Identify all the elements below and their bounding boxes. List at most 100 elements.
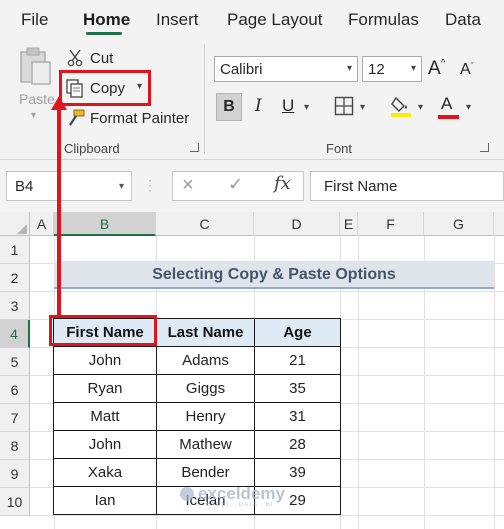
- row-header-6[interactable]: 6: [0, 376, 30, 404]
- table-cell[interactable]: 28: [254, 430, 341, 459]
- table-cell[interactable]: Henry: [156, 402, 255, 431]
- active-tab-indicator: [86, 32, 122, 35]
- drag-handle-icon[interactable]: · · ·: [148, 174, 152, 196]
- table-cell[interactable]: 35: [254, 374, 341, 403]
- row-header-5[interactable]: 5: [0, 348, 30, 376]
- fill-color-dropdown-icon[interactable]: ▾: [418, 102, 423, 113]
- font-color-dropdown-icon[interactable]: ▾: [466, 102, 471, 113]
- table-cell[interactable]: Giggs: [156, 374, 255, 403]
- name-box[interactable]: B4 ▾: [6, 171, 132, 201]
- arrow-up-icon: [51, 96, 67, 110]
- table-cell[interactable]: Mathew: [156, 430, 255, 459]
- tab-page-layout[interactable]: Page Layout: [227, 10, 322, 30]
- clipboard-dialog-launcher-icon[interactable]: [190, 143, 199, 152]
- table-row: Ian Icelan 29: [53, 486, 341, 515]
- increase-font-size-button[interactable]: A^: [428, 58, 445, 80]
- column-header-g[interactable]: G: [424, 212, 494, 236]
- bold-button[interactable]: B: [216, 93, 242, 121]
- table-cell[interactable]: 31: [254, 402, 341, 431]
- exceldemy-logo-icon: [180, 487, 194, 501]
- chevron-down-icon: ▾: [346, 63, 352, 74]
- font-color-button[interactable]: A: [441, 94, 452, 114]
- name-box-value: B4: [15, 178, 34, 195]
- column-header-c[interactable]: C: [156, 212, 254, 236]
- table-cell[interactable]: 21: [254, 346, 341, 375]
- cut-button[interactable]: Cut: [90, 50, 113, 67]
- select-all-icon: [17, 224, 27, 234]
- clipboard-group-label: Clipboard: [64, 141, 120, 156]
- table-cell[interactable]: Adams: [156, 346, 255, 375]
- row-header-4[interactable]: 4: [0, 320, 30, 348]
- row-header-1[interactable]: 1: [0, 236, 30, 264]
- sheet-title-cell[interactable]: Selecting Copy & Paste Options: [54, 261, 494, 289]
- fill-color-icon[interactable]: [390, 94, 412, 123]
- table-cell[interactable]: Bender: [156, 458, 255, 487]
- column-header-e[interactable]: E: [340, 212, 358, 236]
- column-header-f[interactable]: F: [358, 212, 424, 236]
- row-header-7[interactable]: 7: [0, 404, 30, 432]
- insert-function-icon[interactable]: fx: [274, 173, 291, 194]
- paste-icon: [20, 47, 51, 85]
- cancel-icon[interactable]: ×: [182, 174, 194, 197]
- column-header-b[interactable]: B: [54, 212, 156, 236]
- borders-dropdown-icon[interactable]: ▾: [360, 102, 365, 113]
- column-header-d[interactable]: D: [254, 212, 340, 236]
- selected-cell-highlight-box: [49, 315, 157, 346]
- table-cell[interactable]: John: [53, 430, 157, 459]
- table-row: Ryan Giggs 35: [53, 374, 341, 403]
- underline-dropdown-icon[interactable]: ▾: [304, 102, 309, 113]
- enter-icon[interactable]: ✓: [228, 174, 243, 195]
- font-size-select[interactable]: 12 ▾: [362, 56, 422, 82]
- menu-bar: File Home Insert Page Layout Formulas Da…: [0, 0, 504, 38]
- row-header-9[interactable]: 9: [0, 460, 30, 488]
- watermark-tagline: EXCEL · DATA · BI: [206, 502, 274, 508]
- table-cell[interactable]: Xaka: [53, 458, 157, 487]
- font-dialog-launcher-icon[interactable]: [480, 143, 489, 152]
- annotation-arrow-line: [57, 106, 61, 318]
- decrease-font-size-button[interactable]: Aˇ: [460, 61, 474, 79]
- paste-label: Paste: [19, 91, 55, 107]
- header-cell-last-name[interactable]: Last Name: [156, 318, 255, 347]
- chevron-down-icon: ▾: [118, 181, 124, 192]
- tab-file[interactable]: File: [21, 10, 48, 30]
- header-cell-age[interactable]: Age: [254, 318, 341, 347]
- gridline: [30, 291, 504, 292]
- row-header-8[interactable]: 8: [0, 432, 30, 460]
- tab-home[interactable]: Home: [83, 10, 130, 30]
- table-cell[interactable]: Ian: [53, 486, 157, 515]
- row-header-2[interactable]: 2: [0, 264, 30, 292]
- row-header-3[interactable]: 3: [0, 292, 30, 320]
- font-group-label: Font: [326, 141, 353, 156]
- data-table: First Name Last Name Age John Adams 21 R…: [53, 318, 341, 515]
- underline-button[interactable]: U: [282, 96, 294, 116]
- tab-insert[interactable]: Insert: [156, 10, 199, 30]
- format-painter-icon[interactable]: [66, 108, 86, 133]
- tab-formulas[interactable]: Formulas: [348, 10, 419, 30]
- table-cell[interactable]: John: [53, 346, 157, 375]
- borders-icon[interactable]: [334, 96, 354, 121]
- table-cell[interactable]: Matt: [53, 402, 157, 431]
- chevron-down-icon: ▾: [410, 63, 416, 74]
- font-size-value: 12: [368, 61, 385, 78]
- ribbon-separator: [204, 44, 205, 154]
- font-name-select[interactable]: Calibri ▾: [214, 56, 358, 82]
- column-header-a[interactable]: A: [30, 212, 54, 236]
- table-row: John Mathew 28: [53, 430, 341, 459]
- formula-input[interactable]: First Name: [310, 171, 504, 201]
- table-cell[interactable]: Ryan: [53, 374, 157, 403]
- copy-highlight-box: [59, 70, 151, 106]
- tab-data[interactable]: Data: [445, 10, 481, 30]
- table-cell[interactable]: 39: [254, 458, 341, 487]
- table-row: John Adams 21: [53, 346, 341, 375]
- gridline: [30, 515, 504, 516]
- italic-button[interactable]: I: [255, 96, 262, 116]
- format-painter-button[interactable]: Format Painter: [90, 110, 189, 127]
- row-header-10[interactable]: 10: [0, 488, 30, 516]
- cut-icon[interactable]: [66, 49, 84, 72]
- gridline: [494, 236, 495, 529]
- font-name-value: Calibri: [220, 61, 263, 78]
- paste-dropdown-icon[interactable]: ▾: [31, 110, 36, 121]
- table-row: Xaka Bender 39: [53, 458, 341, 487]
- column-header-overflow: [494, 212, 504, 236]
- table-row: Matt Henry 31: [53, 402, 341, 431]
